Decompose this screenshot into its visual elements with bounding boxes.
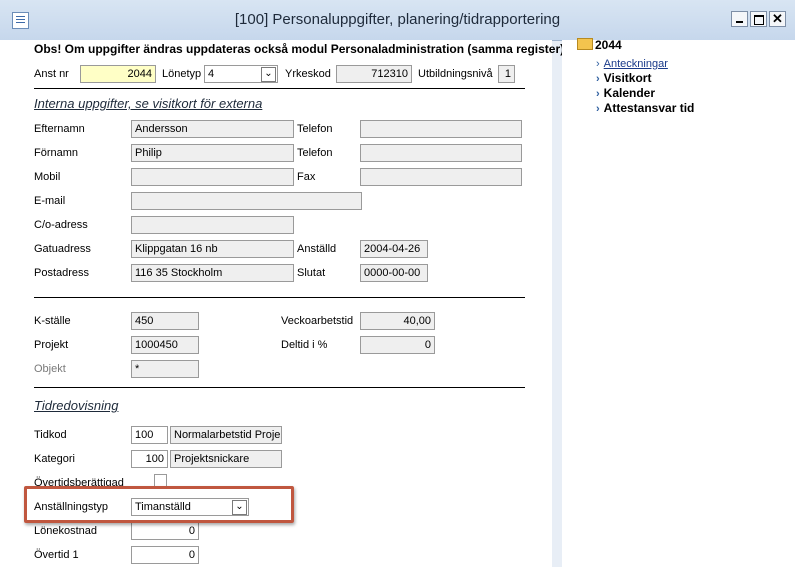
anst-nr-input[interactable]: 2044 [80,65,156,83]
highlight-box [24,486,294,523]
tidkod-label: Tidkod [34,429,67,441]
telefon1-label: Telefon [297,123,333,135]
efternamn-field[interactable]: Andersson [131,120,294,138]
tidkod-input[interactable]: 100 [131,426,168,444]
tree-item-anteckningar[interactable]: › Anteckningar [596,56,668,70]
tree-root[interactable]: 2044 [577,38,622,52]
yrkeskod-field[interactable]: 712310 [336,65,412,83]
folder-icon [577,38,593,50]
fax-field[interactable] [360,168,522,186]
tree-item-visitkort[interactable]: › Visitkort [596,71,651,85]
tree-item-label: Attestansvar tid [603,101,695,115]
fornamn-field[interactable]: Philip [131,144,294,162]
tree-root-label: 2044 [595,38,622,52]
divider [34,387,525,388]
objekt-field[interactable]: * [131,360,199,378]
lonetyp-value: 4 [208,68,215,80]
veckoarbetstid-label: Veckoarbetstid [281,315,354,327]
tidkod-description: Normalarbetstid Projekts [170,426,282,444]
chevron-down-icon[interactable]: ⌄ [261,67,276,82]
window-titlebar: [100] Personaluppgifter, planering/tidra… [0,0,795,41]
chevron-right-icon: › [596,73,600,85]
gatuadress-field[interactable]: Klippgatan 16 nb [131,240,294,258]
divider [34,297,525,298]
utbildningsniva-label: Utbildningsnivå [418,68,493,80]
telefon2-field[interactable] [360,144,522,162]
overtid1-label: Övertid 1 [34,549,79,561]
yrkeskod-label: Yrkeskod [285,68,331,80]
co-field[interactable] [131,216,294,234]
deltid-label: Deltid i % [281,339,328,351]
mobil-field[interactable] [131,168,294,186]
chevron-right-icon: › [596,103,600,115]
section-time-title: Tidredovisning [34,398,119,413]
chevron-right-icon: › [596,88,600,100]
co-label: C/o-adress [34,219,88,231]
kstalle-field[interactable]: 450 [131,312,199,330]
slutat-label: Slutat [297,267,326,279]
anstalld-field[interactable]: 2004-04-26 [360,240,428,258]
lonetyp-label: Lönetyp [162,68,202,80]
kstalle-label: K-ställe [34,315,71,327]
objekt-label: Objekt [34,363,66,375]
lonekostnad-input[interactable]: 0 [131,522,199,540]
fax-label: Fax [297,171,316,183]
slutat-field[interactable]: 0000-00-00 [360,264,428,282]
close-icon[interactable]: ✕ [769,11,786,27]
telefon1-field[interactable] [360,120,522,138]
postadress-field[interactable]: 116 35 Stockholm [131,264,294,282]
anstalld-label: Anställd [297,243,337,255]
navigation-tree [562,40,795,567]
projekt-field[interactable]: 1000450 [131,336,199,354]
minimize-icon[interactable] [731,11,748,27]
tree-item-label: Anteckningar [603,58,668,70]
kategori-input[interactable]: 100 [131,450,168,468]
lonekostnad-label: Lönekostnad [34,525,97,537]
chevron-right-icon: › [596,58,600,70]
email-field[interactable] [131,192,362,210]
anst-nr-label: Anst nr [34,68,69,80]
projekt-label: Projekt [34,339,69,351]
maximize-icon[interactable] [750,11,767,27]
divider [34,88,525,89]
utbildningsniva-field[interactable]: 1 [498,65,515,83]
tree-item-label: Visitkort [603,71,652,85]
kategori-description: Projektsnickare [170,450,282,468]
deltid-field[interactable]: 0 [360,336,435,354]
tree-item-kalender[interactable]: › Kalender [596,86,655,100]
kategori-label: Kategori [34,453,75,465]
tree-item-label: Kalender [603,86,656,100]
overtid1-input[interactable]: 0 [131,546,199,564]
veckoarbetstid-field[interactable]: 40,00 [360,312,435,330]
window-title: [100] Personaluppgifter, planering/tidra… [234,11,561,28]
mobil-label: Mobil [34,171,61,183]
email-label: E-mail [34,195,66,207]
efternamn-label: Efternamn [34,123,85,135]
telefon2-label: Telefon [297,147,333,159]
gatuadress-label: Gatuadress [34,243,91,255]
postadress-label: Postadress [34,267,90,279]
notice-text: Obs! Om uppgifter ändras uppdateras ocks… [34,42,565,56]
fornamn-label: Förnamn [34,147,79,159]
section-internal-title: Interna uppgifter, se visitkort för exte… [34,96,263,111]
tree-item-attestansvar[interactable]: › Attestansvar tid [596,101,694,115]
left-strip [0,40,22,567]
